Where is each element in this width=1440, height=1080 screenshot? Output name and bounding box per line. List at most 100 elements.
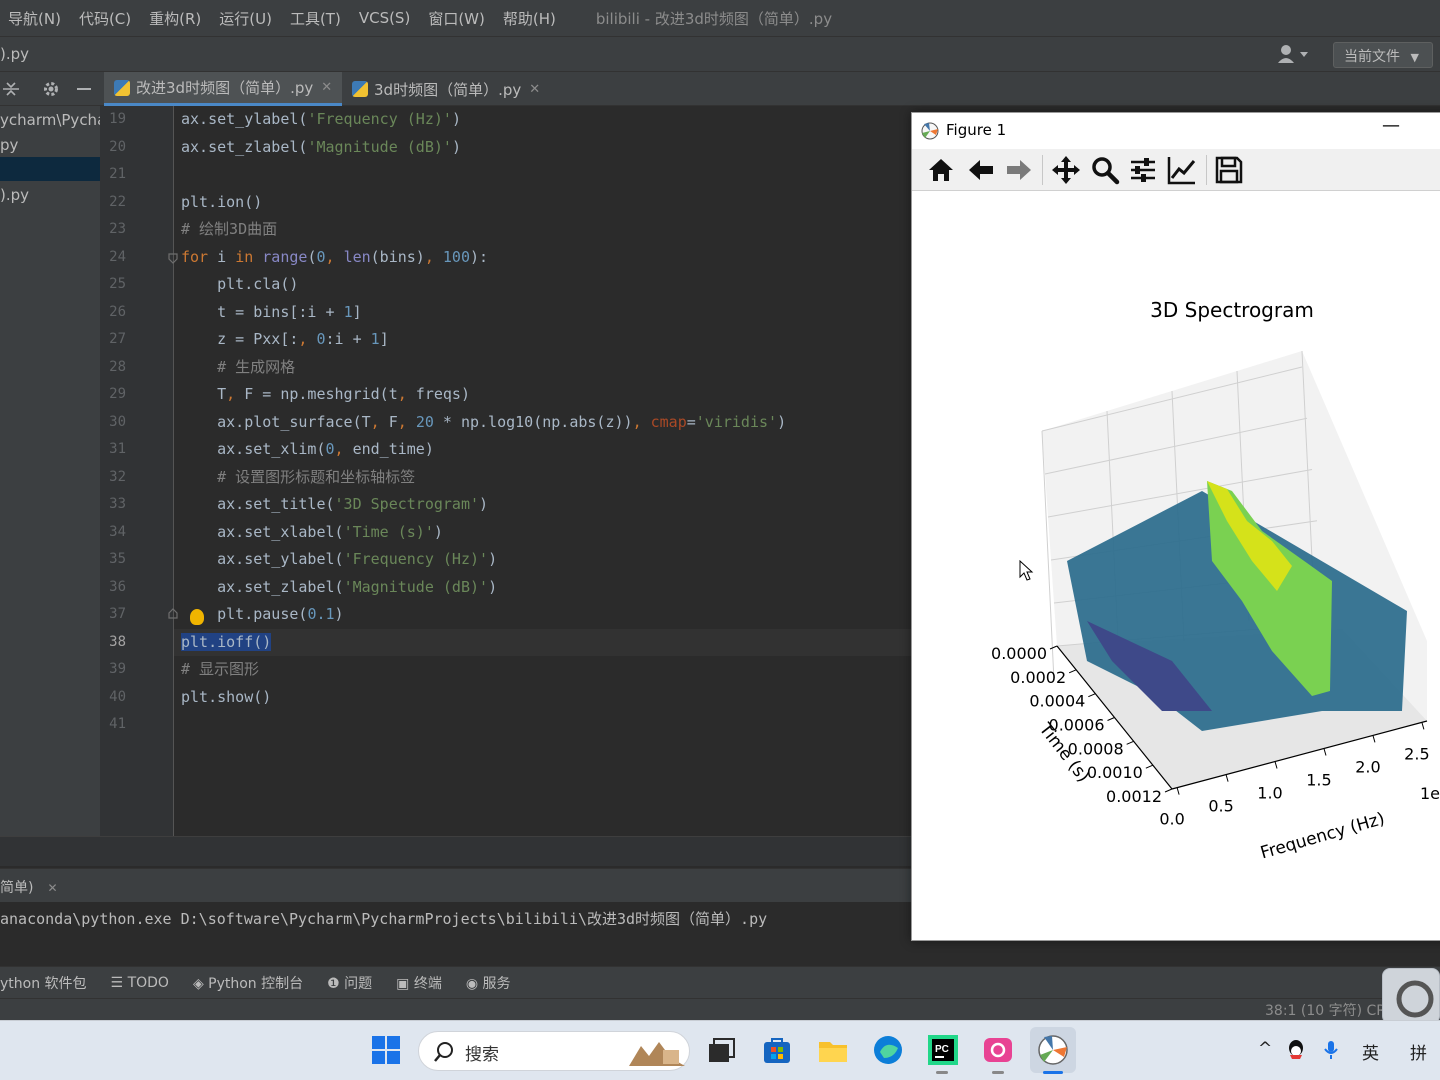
code-line[interactable]: ax.set_title('3D Spectrogram') (181, 491, 488, 519)
code-line-selected[interactable]: plt.ioff() (181, 629, 272, 657)
minimize-panel-icon[interactable] (76, 80, 92, 102)
menu-help[interactable]: 帮助(H) (503, 8, 556, 29)
toolstrip-todo[interactable]: ☰ TODO (111, 975, 169, 991)
code-comment[interactable]: # 绘制3D曲面 (181, 216, 277, 244)
code-line[interactable]: plt.ion() (181, 189, 262, 217)
editor-horizontal-scrollbar[interactable] (0, 836, 912, 866)
code-comment[interactable]: # 设置图形标题和坐标轴标签 (181, 464, 415, 492)
store-icon[interactable] (761, 1034, 793, 1066)
line-number: 37 (109, 606, 126, 622)
code-editor[interactable]: 19 ax.set_ylabel('Frequency (Hz)') 20 ax… (100, 106, 912, 836)
run-tab[interactable]: 简单) ✕ (0, 877, 58, 897)
back-icon[interactable] (964, 153, 998, 187)
minimize-window-icon[interactable]: — (1382, 115, 1400, 136)
collapse-all-icon[interactable] (2, 80, 20, 102)
code-line[interactable]: ax.set_zlabel('Magnitude (dB)') (181, 134, 461, 162)
window-title: bilibili - 改进3d时频图（简单）.py (595, 9, 833, 28)
file-explorer-task-view-icon[interactable] (705, 1034, 737, 1066)
camera-app-icon[interactable] (982, 1034, 1014, 1066)
code-line[interactable]: for i in range(0, len(bins), 100): (181, 244, 488, 272)
code-line[interactable]: ax.set_ylabel('Frequency (Hz)') (181, 546, 497, 574)
camera-icon (1396, 980, 1434, 1018)
code-line[interactable]: plt.show() (181, 684, 271, 712)
line-number: 26 (109, 303, 126, 320)
problems-icon: ❶ (327, 975, 345, 992)
menu-vcs[interactable]: VCS(S) (359, 9, 410, 27)
ime-language[interactable]: 英 (1362, 1039, 1379, 1064)
code-line[interactable]: ax.set_xlabel('Time (s)') (181, 519, 443, 547)
python-file-icon (114, 79, 130, 96)
code-line[interactable]: plt.cla() (181, 271, 298, 299)
tree-item[interactable]: ).py (0, 183, 29, 207)
code-line[interactable]: plt.pause(0.1) (181, 601, 343, 629)
tree-item[interactable]: py (0, 133, 18, 157)
toolstrip-label: 终端 (413, 975, 442, 992)
tray-overflow-icon[interactable]: ^ (1258, 1039, 1272, 1059)
code-line[interactable]: ax.set_ylabel('Frequency (Hz)') (181, 106, 461, 134)
toolstrip-label: 服务 (482, 975, 511, 992)
tab-label: 3d时频图（简单）.py (374, 80, 522, 99)
tab-3d-spectrogram[interactable]: 3d时频图（简单）.py ✕ (344, 72, 548, 106)
python-console-icon: ◈ (192, 975, 209, 992)
close-icon[interactable]: ✕ (529, 82, 540, 97)
user-icon[interactable] (1276, 43, 1314, 67)
edge-icon[interactable] (872, 1034, 904, 1066)
svg-text:PC: PC (935, 1044, 949, 1055)
zoom-icon[interactable] (1088, 153, 1122, 187)
gear-icon[interactable] (42, 80, 60, 102)
folder-icon[interactable] (817, 1034, 849, 1066)
tree-item-selected[interactable] (0, 157, 100, 181)
tab-improved-3d-spectrogram[interactable]: 改进3d时频图（简单）.py ✕ (104, 72, 343, 106)
code-line[interactable]: T, F = np.meshgrid(t, freqs) (181, 381, 470, 409)
save-icon[interactable] (1212, 153, 1246, 187)
pan-icon[interactable] (1049, 153, 1083, 187)
ime-mode[interactable]: 拼 (1410, 1039, 1427, 1064)
matplotlib-taskbar-icon[interactable] (1030, 1027, 1076, 1073)
code-line[interactable]: ax.set_xlim(0, end_time) (181, 436, 434, 464)
forward-icon[interactable] (1002, 153, 1036, 187)
run-config-select[interactable]: 当前文件 ▼ (1333, 42, 1433, 68)
toolstrip-python-console[interactable]: ◈ Python 控制台 (193, 973, 303, 993)
toolstrip-terminal[interactable]: ▣ 终端 (396, 973, 442, 993)
pycharm-icon[interactable]: PC (927, 1034, 959, 1066)
line-number: 33 (109, 496, 126, 512)
menu-window[interactable]: 窗口(W) (428, 8, 485, 29)
toolstrip-python-packages[interactable]: ython 软件包 (0, 973, 87, 993)
y-tick (1323, 748, 1327, 756)
code-line[interactable]: z = Pxx[:, 0:i + 1] (181, 326, 389, 354)
figure-title-bar[interactable]: Figure 1 — (912, 113, 1440, 149)
microphone-icon[interactable] (1322, 1039, 1340, 1066)
fold-end-marker-icon[interactable] (166, 607, 180, 621)
close-icon[interactable]: ✕ (47, 881, 57, 895)
plot-canvas[interactable]: 3D Spectrogram 0.0000 0.0002 0.0004 0.0006 0.… (912, 191, 1440, 942)
y-tick-label: 2.0 (1355, 757, 1380, 776)
menu-code[interactable]: 代码(C) (79, 8, 131, 29)
fold-marker-icon[interactable] (166, 251, 180, 265)
camera-widget[interactable] (1382, 968, 1440, 1024)
x-tick-label: 0.0000 (991, 644, 1047, 663)
figure-window[interactable]: Figure 1 — 3D Spectrogram 0.0000 0.0002 0.0… (911, 112, 1440, 941)
y-tick-label: 2.5 (1404, 744, 1429, 763)
code-comment[interactable]: # 生成网格 (181, 354, 295, 382)
spectrogram-3d-plot[interactable]: 3D Spectrogram0.00000.00020.00040.00060.… (912, 191, 1440, 942)
menu-run[interactable]: 运行(U) (219, 8, 272, 29)
code-line[interactable]: ax.set_zlabel('Magnitude (dB)') (181, 574, 497, 602)
code-line[interactable]: t = bins[:i + 1] (181, 299, 362, 327)
menu-refactor[interactable]: 重构(R) (149, 8, 201, 29)
configure-subplots-icon[interactable] (1126, 153, 1160, 187)
menu-navigate[interactable]: 导航(N) (8, 8, 61, 29)
home-icon[interactable] (924, 153, 958, 187)
start-icon[interactable] (370, 1034, 402, 1066)
toolstrip-services[interactable]: ◉ 服务 (466, 973, 511, 993)
code-line[interactable]: ax.plot_surface(T, F, 20 * np.log10(np.a… (181, 409, 786, 437)
menu-tools[interactable]: 工具(T) (290, 8, 341, 29)
toolstrip-problems[interactable]: ❶ 问题 (327, 973, 372, 993)
x-tick (1049, 645, 1058, 650)
code-comment[interactable]: # 显示图形 (181, 656, 259, 684)
edit-axis-icon[interactable] (1165, 153, 1199, 187)
taskbar-search[interactable]: 搜索 (418, 1031, 690, 1071)
close-icon[interactable]: ✕ (321, 80, 332, 95)
qq-icon[interactable] (1286, 1039, 1306, 1066)
breadcrumb[interactable]: ).py (0, 45, 29, 63)
chart-title: 3D Spectrogram (1150, 298, 1314, 322)
